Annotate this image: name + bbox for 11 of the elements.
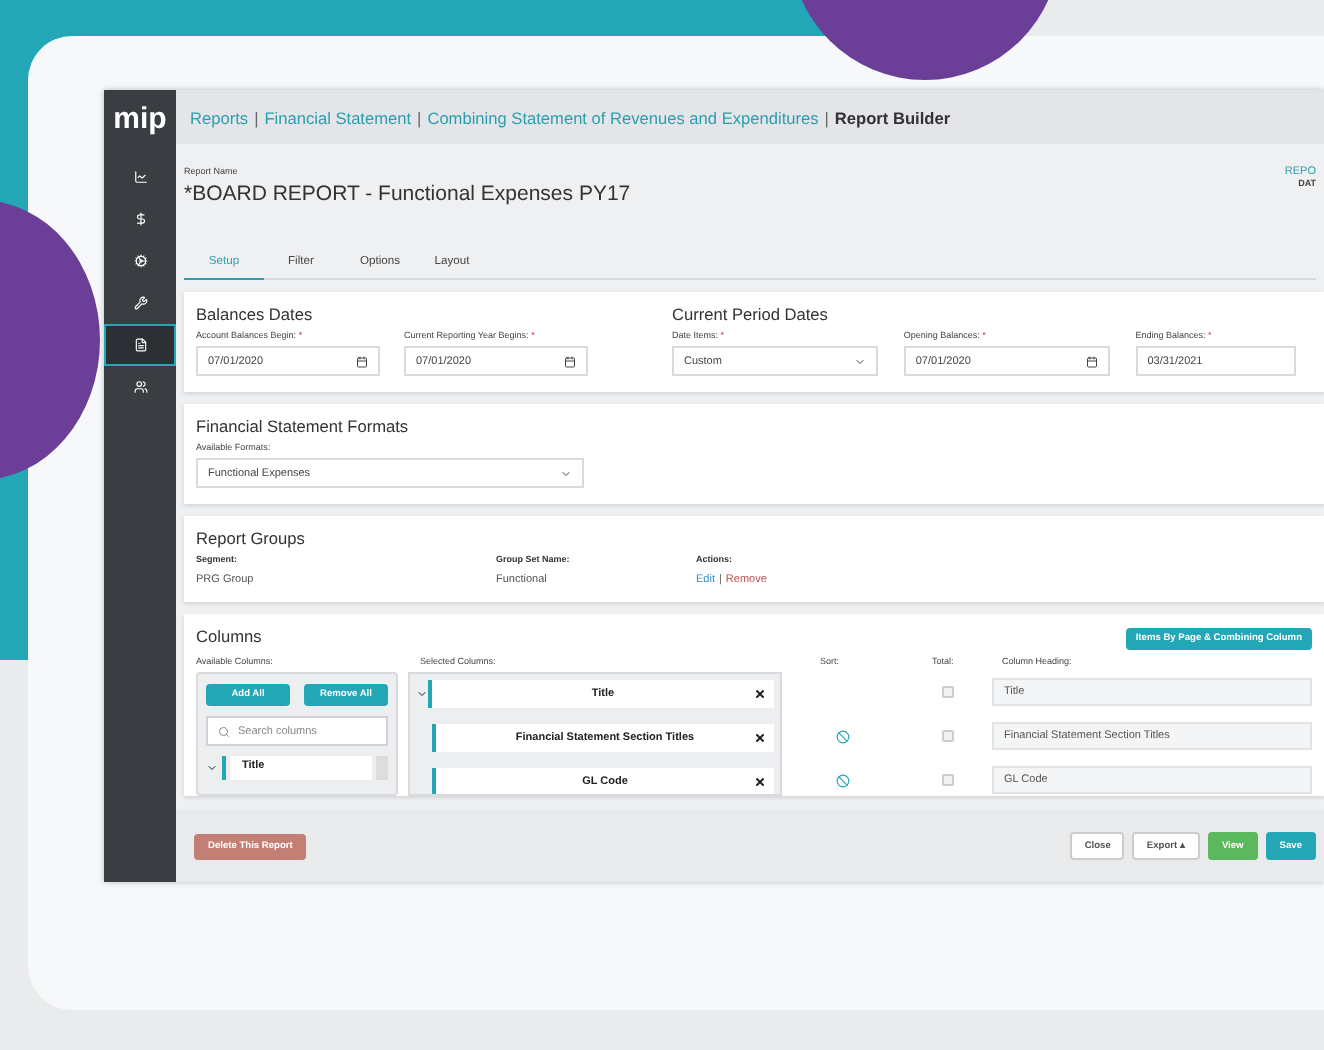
section-title: Financial Statement Formats [196,416,411,436]
section-title: Balances Dates [196,304,315,324]
breadcrumb-separator: | [417,107,422,127]
breadcrumb-separator: | [824,107,829,127]
app-logo: mip [113,100,167,140]
section-title: Columns [196,626,262,646]
section-title: Current Period Dates [672,304,830,324]
breadcrumb-separator: | [254,107,259,127]
section-title: Report Groups [196,528,307,548]
breadcrumb-current: Report Builder [834,107,951,127]
report-title: *BOARD REPORT - Functional Expenses PY17 [184,182,631,206]
